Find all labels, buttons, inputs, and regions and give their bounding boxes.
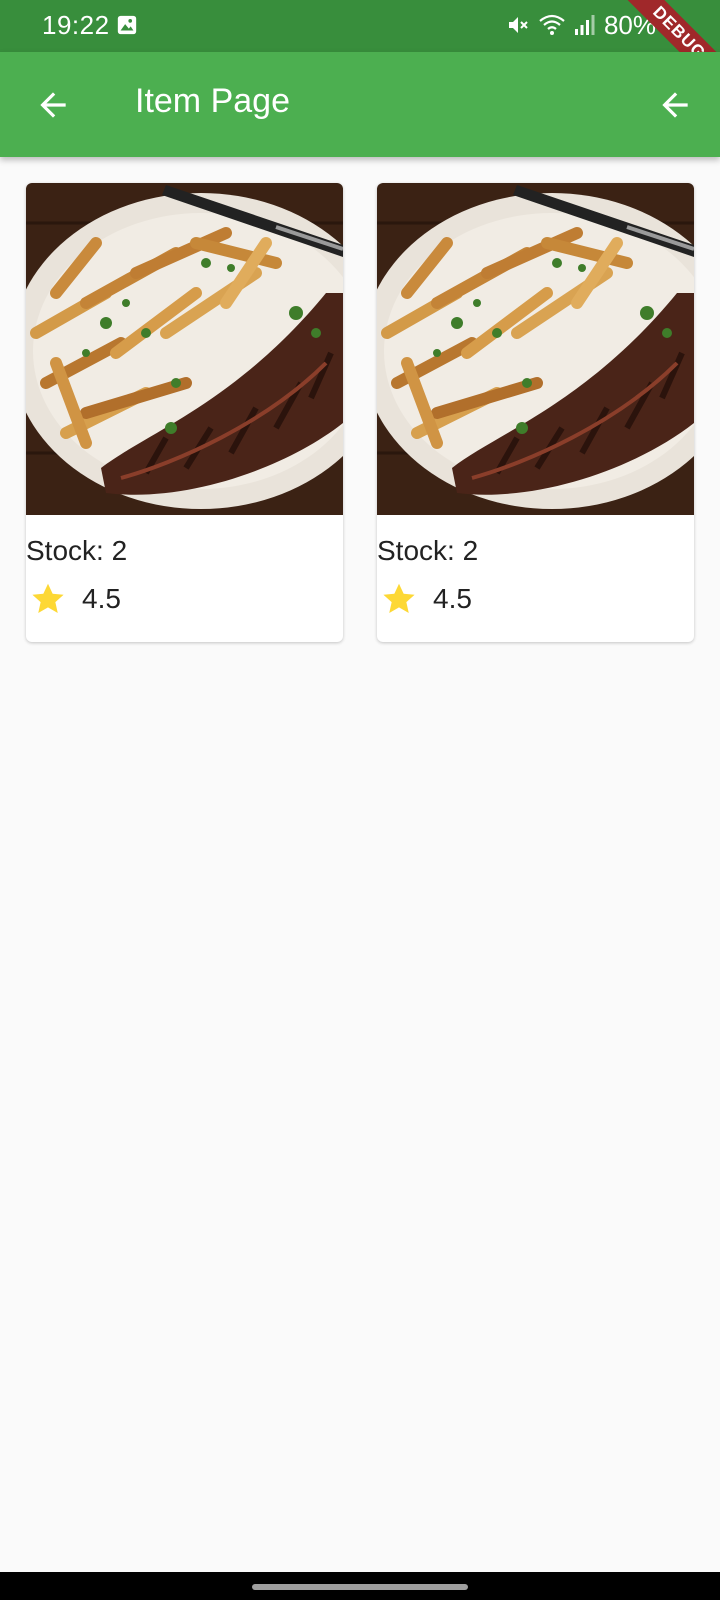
- status-time: 19:22: [42, 10, 110, 40]
- app-bar: Item Page: [0, 52, 720, 157]
- wifi-icon: [539, 14, 565, 35]
- arrow-back-icon[interactable]: [34, 86, 72, 124]
- steak-fries-image: [377, 183, 694, 515]
- rating: 4.5: [30, 581, 121, 617]
- stock-label: Stock: 2: [26, 535, 128, 566]
- stock-label: Stock: 2: [377, 535, 479, 566]
- rating-value: 4.5: [433, 583, 472, 614]
- mute-icon: [508, 17, 528, 33]
- steak-fries-image: [26, 183, 343, 515]
- item-card[interactable]: Stock: 2 4.5: [26, 183, 343, 642]
- gallery-icon: [117, 15, 137, 35]
- page-title: Item Page: [135, 82, 290, 120]
- system-nav-bar: [0, 1572, 720, 1600]
- rating-value: 4.5: [82, 583, 121, 614]
- signal-icon: [574, 15, 595, 35]
- arrow-back-icon[interactable]: [656, 86, 694, 124]
- home-handle[interactable]: [252, 1584, 468, 1590]
- star-icon: [32, 583, 64, 613]
- item-card[interactable]: Stock: 2 4.5: [377, 183, 694, 642]
- rating: 4.5: [381, 581, 472, 617]
- star-icon: [383, 583, 415, 613]
- status-bar: 19:22 80% DEBUG: [0, 0, 720, 52]
